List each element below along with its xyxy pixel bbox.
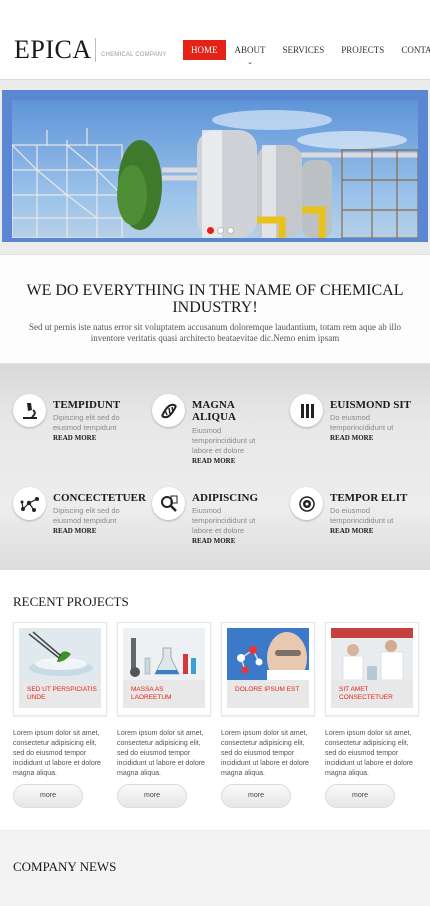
intro-section: WE DO EVERYTHING IN THE NAME OF CHEMICAL…: [0, 254, 430, 364]
nav-home[interactable]: HOME: [183, 40, 226, 60]
test-tubes-icon: [290, 394, 323, 427]
read-more-link[interactable]: READ MORE: [53, 527, 96, 535]
dna-icon: [152, 394, 185, 427]
slider-pagination: [207, 227, 234, 234]
project-caption[interactable]: DOLORE IPSUM EST: [227, 680, 309, 708]
slider-frame: [2, 90, 428, 242]
project-image-scientist-molecule: [227, 628, 309, 680]
nav-projects[interactable]: PROJECTS: [333, 40, 392, 60]
tagline: CHEMICAL COMPANY: [101, 52, 167, 58]
project-card: SIT AMET CONSECTETUER Lorem ipsum dolor …: [325, 622, 419, 808]
read-more-link[interactable]: READ MORE: [330, 527, 373, 535]
site-header: EPICA CHEMICAL COMPANY HOME ABOUT ⌄ SERV…: [0, 0, 430, 80]
project-card: MASSA AS LAOREETUM Lorem ipsum dolor sit…: [117, 622, 211, 808]
recent-projects-section: RECENT PROJECTS SED UT PERSPICIATIS UNDE…: [0, 570, 430, 830]
feature-title: TEMPIDUNT: [53, 399, 121, 411]
project-thumbnail[interactable]: SED UT PERSPICIATIS UNDE: [13, 622, 107, 716]
read-more-link[interactable]: READ MORE: [53, 434, 96, 442]
project-description: Lorem ipsum dolor sit amet, consectetur …: [325, 730, 413, 777]
more-button[interactable]: more: [221, 784, 291, 808]
slider-dot-1[interactable]: [207, 227, 214, 234]
feature-text: Do eiusmod temporincididunt ut: [330, 506, 394, 525]
read-more-link[interactable]: READ MORE: [330, 434, 373, 442]
more-button[interactable]: more: [325, 784, 395, 808]
project-image-lab-flasks: [123, 628, 205, 680]
logo[interactable]: EPICA: [14, 36, 92, 64]
chevron-down-icon: ⌄: [247, 58, 253, 66]
project-thumbnail[interactable]: SIT AMET CONSECTETUER: [325, 622, 419, 716]
company-news-section: COMPANY NEWS: [0, 830, 430, 906]
nav-about[interactable]: ABOUT ⌄: [227, 40, 274, 66]
project-description: Lorem ipsum dolor sit amet, consectetur …: [221, 730, 309, 777]
feature-title: MAGNA ALIQUA: [192, 399, 237, 423]
feature-text: Dipiscing elit sed do eiusmod tempidunt: [53, 506, 120, 525]
microscope-icon: [13, 394, 46, 427]
project-caption[interactable]: SIT AMET CONSECTETUER: [331, 680, 413, 708]
atom-icon: [290, 487, 323, 520]
feature-title: CONCECTETUER: [53, 492, 146, 504]
feature-title: ADIPISCING: [192, 492, 259, 504]
features-section: TEMPIDUNT Dipiscing elit sed do eiusmod …: [0, 364, 430, 570]
nav-about-label: ABOUT: [234, 45, 266, 55]
intro-heading: WE DO EVERYTHING IN THE NAME OF CHEMICAL…: [26, 282, 404, 316]
project-card: DOLORE IPSUM EST Lorem ipsum dolor sit a…: [221, 622, 315, 808]
project-thumbnail[interactable]: DOLORE IPSUM EST: [221, 622, 315, 716]
project-image-lab-team: [331, 628, 413, 680]
feature-text: Do eiusmod temporincididunt ut: [330, 413, 394, 432]
company-news-title: COMPANY NEWS: [13, 859, 117, 874]
slider-image-chemical-plant[interactable]: [12, 100, 418, 238]
intro-text: Sed ut pernis iste natus error sit volup…: [29, 322, 401, 343]
more-button[interactable]: more: [117, 784, 187, 808]
project-description: Lorem ipsum dolor sit amet, consectetur …: [13, 730, 101, 777]
chemical-plant-illustration: [12, 110, 418, 238]
slider-section: [0, 80, 430, 254]
feature-text: Eiusmod temporincididunt ut labore et do…: [192, 506, 256, 535]
feature-text: Dipiscing elit sed do eiusmod tempidunt: [53, 413, 120, 432]
read-more-link[interactable]: READ MORE: [192, 457, 235, 465]
project-description: Lorem ipsum dolor sit amet, consectetur …: [117, 730, 205, 777]
project-card: SED UT PERSPICIATIS UNDE Lorem ipsum dol…: [13, 622, 107, 808]
slider-dot-2[interactable]: [217, 227, 224, 234]
nav-contacts[interactable]: CONTACTS: [393, 40, 430, 60]
slider-dot-3[interactable]: [227, 227, 234, 234]
feature-text: Eiusmod temporincididunt ut labore et do…: [192, 426, 256, 455]
recent-projects-title: RECENT PROJECTS: [13, 594, 129, 609]
nav-services[interactable]: SERVICES: [275, 40, 333, 60]
project-thumbnail[interactable]: MASSA AS LAOREETUM: [117, 622, 211, 716]
feature-title: TEMPOR ELIT: [330, 492, 408, 504]
main-nav: HOME ABOUT ⌄ SERVICES PROJECTS CONTACTS: [183, 40, 430, 66]
logo-divider: [95, 38, 96, 62]
feature-title: EUISMOND SIT: [330, 399, 411, 411]
more-button[interactable]: more: [13, 784, 83, 808]
project-caption[interactable]: MASSA AS LAOREETUM: [123, 680, 205, 708]
molecule-icon: [13, 487, 46, 520]
magnifier-icon: [152, 487, 185, 520]
project-image-petri-dish: [19, 628, 101, 680]
project-caption[interactable]: SED UT PERSPICIATIS UNDE: [19, 680, 101, 708]
read-more-link[interactable]: READ MORE: [192, 537, 235, 545]
